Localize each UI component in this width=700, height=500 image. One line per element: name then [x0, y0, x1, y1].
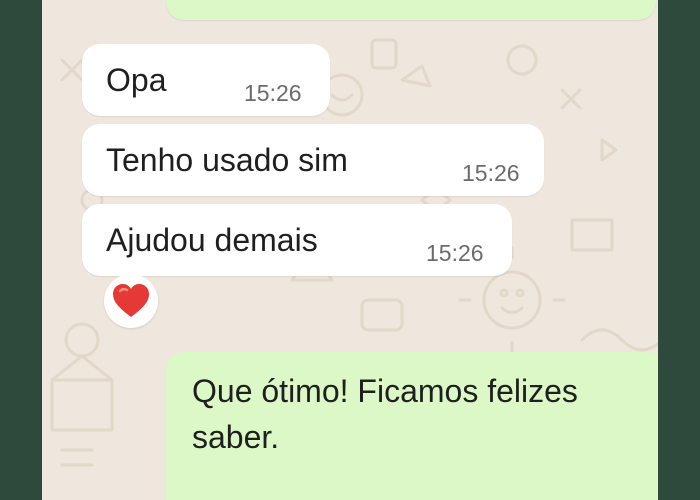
- heart-icon: [113, 284, 149, 317]
- message-line: Que ótimo! Ficamos felizes: [192, 373, 578, 409]
- message-text: Que ótimo! Ficamos felizes saber.: [192, 368, 578, 460]
- message-bubble-incoming[interactable]: Ajudou demais 15:26: [82, 204, 512, 276]
- message-timestamp: 15:26: [244, 80, 302, 106]
- message-timestamp: 15:26: [462, 160, 520, 186]
- chat-window: Opa 15:26 Tenho usado sim 15:26 Ajudou d…: [42, 0, 658, 500]
- message-bubble-incoming[interactable]: Tenho usado sim 15:26: [82, 124, 544, 196]
- message-bubble-incoming[interactable]: Opa 15:26: [82, 44, 330, 116]
- message-text: Opa: [106, 62, 167, 98]
- message-timestamp: 15:26: [426, 240, 484, 266]
- message-text: Ajudou demais: [106, 222, 318, 258]
- message-line: saber.: [192, 419, 280, 455]
- message-reaction[interactable]: [104, 274, 158, 328]
- message-bubble-outgoing[interactable]: Que ótimo! Ficamos felizes saber.: [166, 352, 658, 500]
- previous-outgoing-bubble: [166, 0, 656, 20]
- message-text: Tenho usado sim: [106, 142, 348, 178]
